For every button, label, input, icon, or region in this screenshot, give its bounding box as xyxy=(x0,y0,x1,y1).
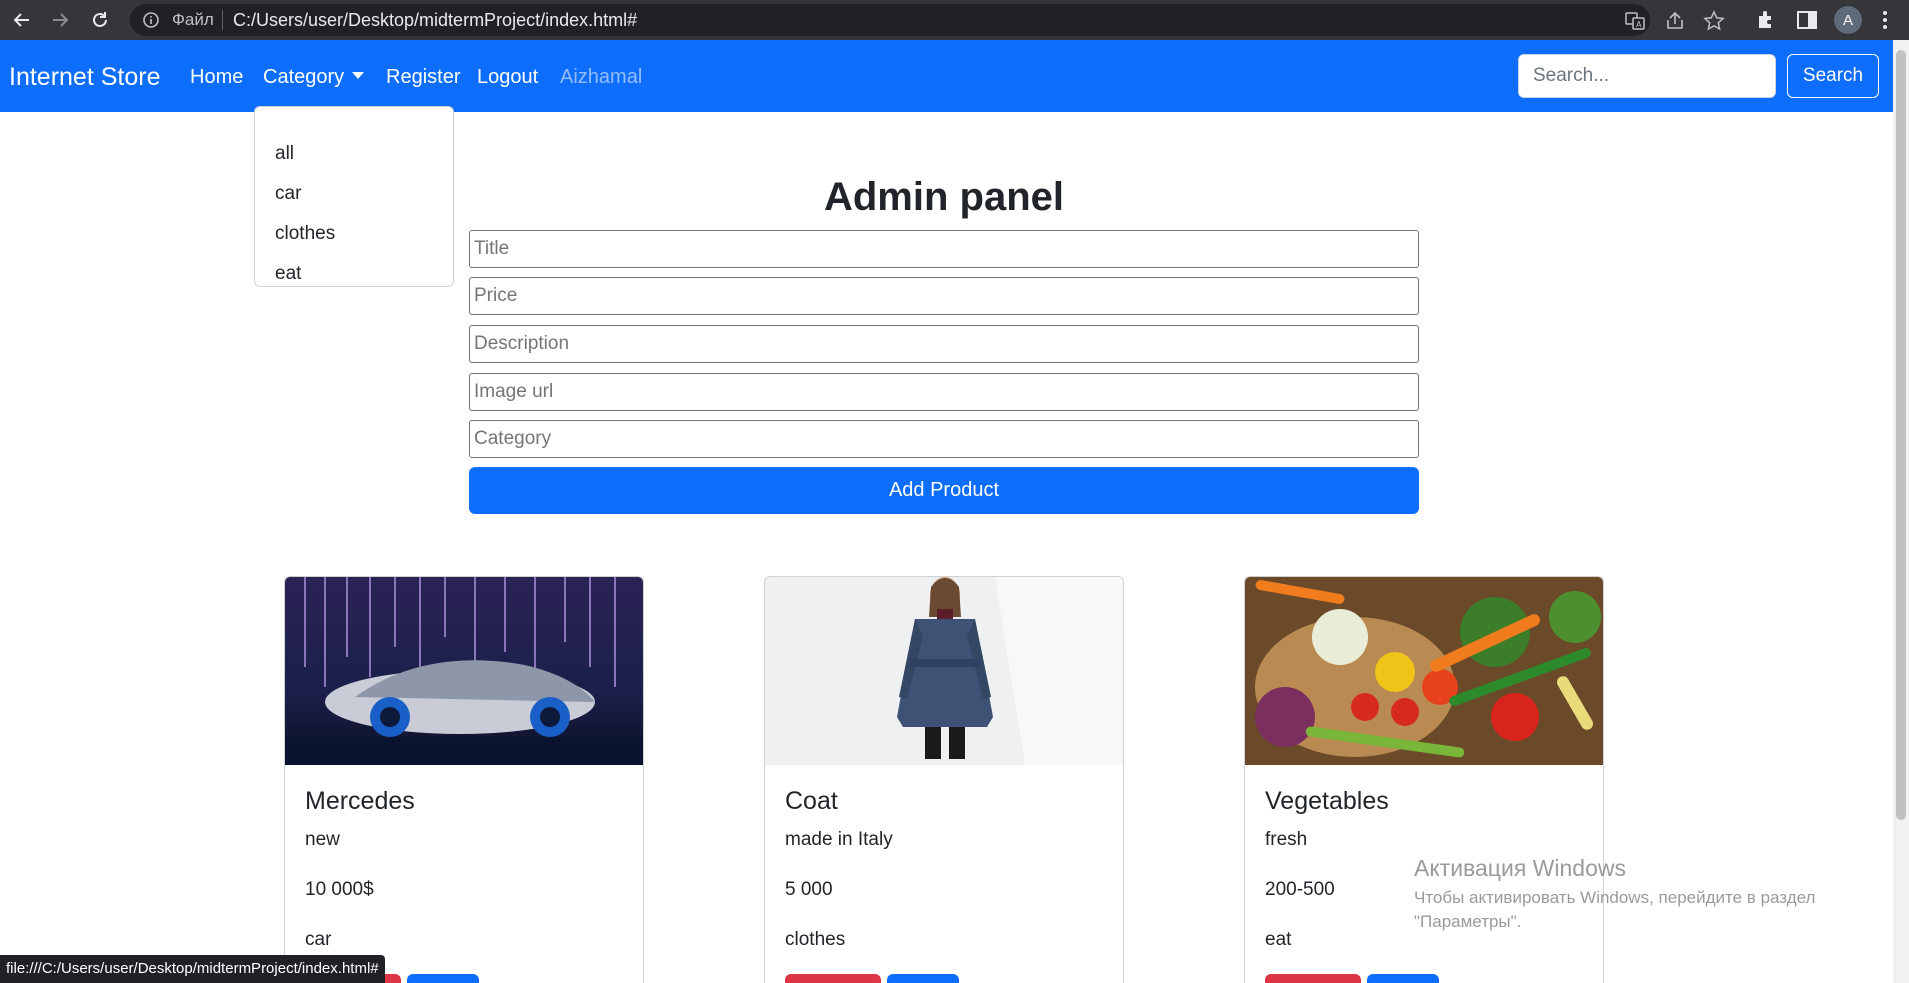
product-category: car xyxy=(305,929,332,950)
search-input[interactable] xyxy=(1518,54,1776,98)
add-product-button[interactable]: Add Product xyxy=(469,467,1419,514)
back-arrow-icon[interactable] xyxy=(8,6,36,34)
product-description: new xyxy=(305,829,340,850)
search-button[interactable]: Search xyxy=(1787,54,1879,98)
nav-category-toggle[interactable]: Category xyxy=(263,66,365,89)
product-image-coat xyxy=(765,577,1123,765)
extensions-icon[interactable] xyxy=(1753,7,1779,33)
share-icon[interactable] xyxy=(1664,10,1686,32)
product-title: Mercedes xyxy=(305,787,415,815)
product-price: 5 000 xyxy=(785,879,833,900)
delete-button[interactable] xyxy=(785,974,881,983)
price-input[interactable] xyxy=(469,277,1419,315)
delete-button[interactable] xyxy=(1265,974,1361,983)
omnibox-divider xyxy=(222,10,223,30)
caret-down-icon xyxy=(352,72,365,79)
product-image-car xyxy=(285,577,643,765)
product-category: eat xyxy=(1265,929,1292,950)
admin-panel-heading: Admin panel xyxy=(823,175,1065,219)
product-category: clothes xyxy=(785,929,846,950)
page-scrollbar[interactable] xyxy=(1893,40,1909,983)
product-card: Mercedes new 10 000$ car xyxy=(284,576,644,983)
product-title: Coat xyxy=(785,787,838,815)
category-dropdown-menu: all car clothes eat xyxy=(254,106,454,287)
windows-activation-line2: "Параметры". xyxy=(1414,912,1522,931)
dropdown-item-all[interactable]: all xyxy=(275,143,294,165)
image-url-input[interactable] xyxy=(469,373,1419,411)
nav-home[interactable]: Home xyxy=(190,66,243,89)
product-description: fresh xyxy=(1265,829,1308,850)
page-viewport: Internet Store Home Category Register Lo… xyxy=(0,40,1893,983)
menu-kebab-icon[interactable] xyxy=(1872,7,1898,33)
forward-arrow-icon[interactable] xyxy=(46,6,74,34)
scrollbar-thumb[interactable] xyxy=(1896,50,1906,820)
edit-button[interactable] xyxy=(407,974,479,983)
brand-link[interactable]: Internet Store xyxy=(9,63,160,92)
url-text[interactable]: C:/Users/user/Desktop/midtermProject/ind… xyxy=(233,10,637,31)
product-price: 10 000$ xyxy=(305,879,374,900)
bookmark-star-icon[interactable] xyxy=(1703,10,1725,32)
nav-register[interactable]: Register xyxy=(386,66,460,89)
translate-icon[interactable]: A xyxy=(1624,10,1646,32)
windows-activation-line1: Чтобы активировать Windows, перейдите в … xyxy=(1414,888,1816,907)
side-panel-icon[interactable] xyxy=(1794,7,1820,33)
profile-avatar[interactable]: A xyxy=(1834,6,1862,34)
dropdown-item-clothes[interactable]: clothes xyxy=(275,223,335,245)
nav-username: Aizhamal xyxy=(560,66,643,88)
info-icon[interactable] xyxy=(142,11,160,29)
nav-logout[interactable]: Logout xyxy=(477,66,538,89)
browser-toolbar: Файл C:/Users/user/Desktop/midtermProjec… xyxy=(0,0,1909,40)
edit-button[interactable] xyxy=(1367,974,1439,983)
title-input[interactable] xyxy=(469,230,1419,268)
product-description: made in Italy xyxy=(785,829,893,850)
category-input[interactable] xyxy=(469,420,1419,458)
windows-activation-title: Активация Windows xyxy=(1414,855,1626,881)
description-input[interactable] xyxy=(469,325,1419,363)
dropdown-item-eat[interactable]: eat xyxy=(275,263,301,285)
product-price: 200-500 xyxy=(1265,879,1335,900)
nav-category-label: Category xyxy=(263,66,345,88)
address-bar[interactable]: Файл C:/Users/user/Desktop/midtermProjec… xyxy=(130,4,1725,36)
navbar: Internet Store Home Category Register Lo… xyxy=(0,40,1893,112)
product-image-vegetables xyxy=(1245,577,1603,765)
status-bar-url: file:///C:/Users/user/Desktop/midtermPro… xyxy=(0,955,385,983)
edit-button[interactable] xyxy=(887,974,959,983)
svg-text:A: A xyxy=(1636,20,1642,29)
scheme-label: Файл xyxy=(172,10,214,29)
product-card: Coat made in Italy 5 000 clothes xyxy=(764,576,1124,983)
reload-icon[interactable] xyxy=(86,6,114,34)
dropdown-item-car[interactable]: car xyxy=(275,183,301,205)
product-title: Vegetables xyxy=(1265,787,1389,815)
